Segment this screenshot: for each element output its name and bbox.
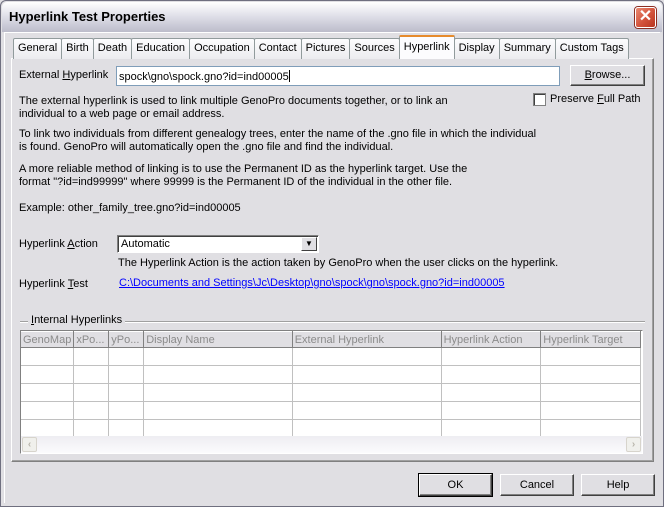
table-row[interactable] [21, 365, 641, 384]
preserve-full-path-label[interactable]: Preserve Full Path [550, 93, 641, 105]
table-cell[interactable] [108, 419, 145, 438]
tab-contact[interactable]: Contact [253, 38, 302, 59]
table-cell[interactable] [540, 419, 641, 438]
external-hyperlink-input[interactable]: spock\gno\spock.gno?id=ind00005 [116, 66, 560, 86]
table-cell[interactable] [291, 401, 442, 420]
tab-custom-tags[interactable]: Custom Tags [554, 38, 629, 59]
chevron-right-icon: › [631, 439, 636, 450]
table-cell[interactable] [143, 365, 293, 384]
hyperlink-test-label: Hyperlink Test [19, 278, 88, 290]
tab-display[interactable]: Display [453, 38, 500, 59]
hyperlink-action-description: The Hyperlink Action is the action taken… [118, 257, 559, 269]
table-cell[interactable] [73, 365, 110, 384]
table-cell[interactable] [440, 347, 542, 366]
chevron-left-icon: ‹ [27, 439, 32, 450]
help-text-line: individual to a web page or email addres… [19, 108, 225, 120]
internal-hyperlinks-table: GenoMap xPo... yPo... Display Name External … [21, 331, 641, 438]
table-cell[interactable] [108, 365, 145, 384]
dropdown-arrow-button[interactable]: ▼ [301, 237, 317, 251]
tab-death[interactable]: Death [92, 38, 133, 59]
table-cell[interactable] [540, 383, 641, 402]
table-cell[interactable] [291, 383, 442, 402]
table-cell[interactable] [291, 419, 442, 438]
ok-button[interactable]: OK [419, 474, 492, 496]
table-row[interactable] [21, 419, 641, 438]
column-header[interactable]: xPo... [73, 331, 110, 348]
tab-sources[interactable]: Sources [349, 38, 400, 59]
column-header[interactable]: External Hyperlink [291, 331, 442, 348]
table-cell[interactable] [143, 401, 293, 420]
table-cell[interactable] [73, 419, 110, 438]
example-text: Example: other_family_tree.gno?id=ind000… [19, 202, 241, 214]
table-cell[interactable] [108, 383, 145, 402]
hyperlink-test-link[interactable]: C:\Documents and Settings\Jc\Desktop\gno… [119, 277, 505, 289]
table-row[interactable] [21, 347, 641, 366]
help-paragraph-3: A more reliable method of linking is to … [19, 163, 467, 189]
table-cell[interactable] [291, 347, 442, 366]
scroll-left-button[interactable]: ‹ [22, 437, 37, 452]
help-text-line: To link two individuals from different g… [19, 128, 537, 140]
table-cell[interactable] [108, 347, 145, 366]
help-text-line: A more reliable method of linking is to … [19, 163, 468, 175]
table-cell[interactable] [540, 347, 641, 366]
table-cell[interactable] [143, 383, 293, 402]
table-cell[interactable] [73, 401, 110, 420]
column-header[interactable]: Hyperlink Target [540, 331, 641, 348]
help-paragraph-2: To link two individuals from different g… [19, 128, 536, 154]
tab-education[interactable]: Education [131, 38, 191, 59]
tab-general[interactable]: General [13, 38, 63, 59]
table-cell[interactable] [73, 347, 110, 366]
tab-summary[interactable]: Summary [498, 38, 556, 59]
tab-pictures[interactable]: Pictures [300, 38, 351, 59]
window-title: Hyperlink Test Properties [9, 9, 166, 24]
table-cell[interactable] [21, 383, 75, 402]
table-cell[interactable] [21, 419, 75, 438]
column-header[interactable]: Display Name [143, 331, 293, 348]
help-text-line: The external hyperlink is used to link m… [19, 95, 448, 107]
table-cell[interactable] [440, 383, 542, 402]
help-text-line: format "?id=ind99999" where 99999 is the… [19, 176, 453, 188]
table-cell[interactable] [21, 347, 75, 366]
table-cell[interactable] [143, 347, 293, 366]
table-cell[interactable] [73, 383, 110, 402]
column-header[interactable]: GenoMap [21, 331, 75, 348]
title-bar[interactable]: Hyperlink Test Properties ✕ [2, 2, 662, 32]
horizontal-scrollbar[interactable]: ‹ › [21, 436, 642, 453]
browse-button[interactable]: Browse... [570, 65, 645, 86]
help-button[interactable]: Help [581, 474, 655, 496]
table-cell[interactable] [540, 401, 641, 420]
text-caret [288, 70, 290, 82]
help-text-line: is found. GenoPro will automatically ope… [19, 141, 394, 153]
tab-strip: General Birth Death Education Occupation Cont… [13, 35, 629, 59]
tab-occupation[interactable]: Occupation [189, 38, 255, 59]
internal-hyperlinks-legend: Internal Hyperlinks [28, 314, 126, 326]
table-cell[interactable] [440, 419, 542, 438]
table-cell[interactable] [21, 401, 75, 420]
external-hyperlink-label: External Hyperlink [19, 69, 109, 81]
help-paragraph-1: The external hyperlink is used to link m… [19, 95, 448, 121]
scroll-right-button[interactable]: › [626, 437, 641, 452]
tab-hyperlink[interactable]: Hyperlink [398, 35, 455, 59]
table-cell[interactable] [540, 365, 641, 384]
internal-hyperlinks-grid[interactable]: GenoMap xPo... yPo... Display Name External … [20, 330, 643, 454]
table-row[interactable] [21, 401, 641, 420]
column-header[interactable]: Hyperlink Action [440, 331, 542, 348]
column-header[interactable]: yPo... [108, 331, 145, 348]
hyperlink-action-select[interactable]: Automatic ▼ [117, 235, 319, 253]
table-cell[interactable] [440, 401, 542, 420]
table-cell[interactable] [108, 401, 145, 420]
table-cell[interactable] [143, 419, 293, 438]
table-cell[interactable] [21, 365, 75, 384]
table-cell[interactable] [440, 365, 542, 384]
table-row[interactable] [21, 383, 641, 402]
close-button[interactable]: ✕ [635, 7, 656, 28]
table-cell[interactable] [291, 365, 442, 384]
hyperlink-action-value: Automatic [121, 238, 170, 250]
hyperlink-action-label: Hyperlink Action [19, 238, 98, 250]
chevron-down-icon: ▼ [305, 239, 313, 248]
cancel-button[interactable]: Cancel [500, 474, 574, 496]
close-icon: ✕ [638, 8, 653, 25]
tab-birth[interactable]: Birth [61, 38, 94, 59]
preserve-full-path-checkbox[interactable] [533, 93, 546, 106]
